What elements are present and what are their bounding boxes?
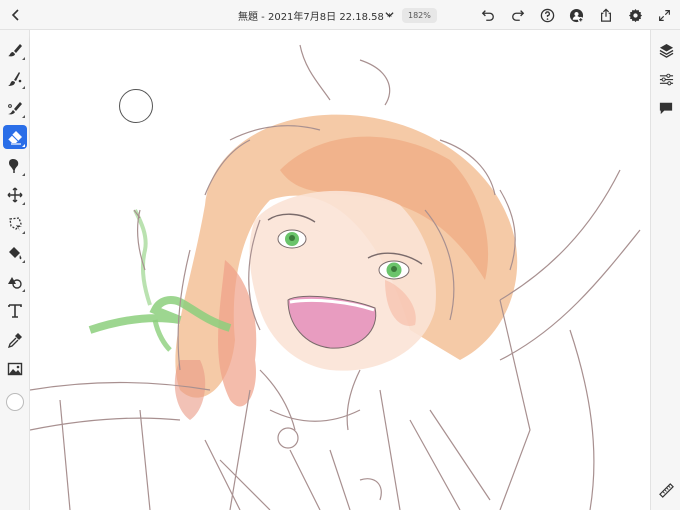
selection-lasso-icon[interactable] (3, 212, 27, 236)
type-icon[interactable] (3, 299, 27, 323)
color-swatch[interactable] (6, 393, 24, 411)
comments-icon[interactable] (656, 98, 676, 118)
settings-icon[interactable] (625, 5, 645, 25)
vector-brush-icon[interactable] (3, 96, 27, 120)
fullscreen-icon[interactable] (654, 5, 674, 25)
smudge-icon[interactable] (3, 154, 27, 178)
live-brush-icon[interactable] (3, 67, 27, 91)
share-icon[interactable] (596, 5, 616, 25)
shapes-icon[interactable] (3, 270, 27, 294)
right-panel (650, 30, 680, 510)
zoom-level[interactable]: 182% (402, 8, 437, 23)
transform-icon[interactable] (3, 183, 27, 207)
image-icon[interactable] (3, 357, 27, 381)
eyedropper-icon[interactable] (3, 328, 27, 352)
eraser-icon[interactable] (3, 125, 27, 149)
chevron-down-icon[interactable] (382, 7, 396, 21)
document-title[interactable]: 無題 - 2021年7月8日 22.18.58 * (238, 8, 392, 23)
fill-bucket-icon[interactable] (3, 241, 27, 265)
undo-icon[interactable] (478, 5, 498, 25)
help-icon[interactable] (537, 5, 557, 25)
back-icon[interactable] (6, 5, 26, 25)
redo-icon[interactable] (508, 5, 528, 25)
pixel-brush-icon[interactable] (3, 38, 27, 62)
ruler-icon[interactable] (656, 480, 676, 500)
left-toolbar (0, 30, 30, 510)
drawing-canvas[interactable] (30, 30, 650, 510)
properties-icon[interactable] (656, 69, 676, 89)
brush-cursor (119, 89, 153, 123)
invite-icon[interactable] (566, 5, 586, 25)
top-bar: 無題 - 2021年7月8日 22.18.58 * 182% (0, 0, 680, 30)
layers-icon[interactable] (656, 40, 676, 60)
